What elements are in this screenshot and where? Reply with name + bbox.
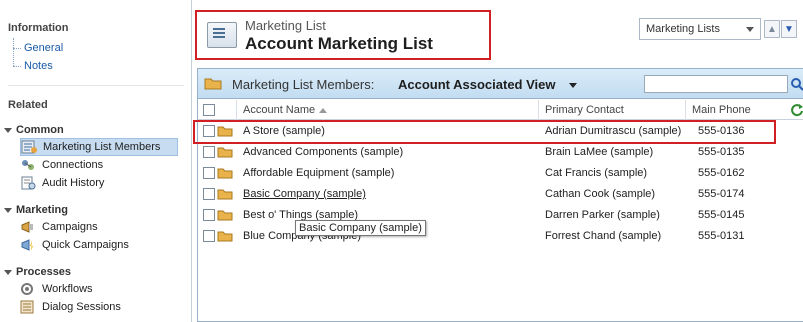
tooltip: Basic Company (sample): [295, 220, 426, 236]
column-header-account-name[interactable]: Account Name: [236, 100, 538, 120]
column-label: Main Phone: [692, 104, 751, 116]
related-section-title: Related: [8, 99, 48, 111]
nav-item-audit-history[interactable]: Audit History: [20, 174, 178, 192]
table-row[interactable]: Best o' Things (sample) Darren Parker (s…: [198, 205, 803, 225]
table-row[interactable]: Basic Company (sample) Cathan Cook (samp…: [198, 184, 803, 204]
previous-record-button[interactable]: ▲: [764, 20, 780, 38]
column-headers: Account Name Primary Contact Main Phone: [198, 100, 803, 120]
tree-line: [13, 38, 14, 66]
audit-history-icon: [20, 176, 36, 190]
members-grid: Marketing List Members: Account Associat…: [197, 68, 803, 322]
nav-divider: [8, 85, 184, 86]
quick-campaigns-icon: [20, 238, 36, 252]
view-selector[interactable]: Account Associated View: [398, 77, 556, 92]
main-phone-cell: 555-0135: [698, 146, 745, 158]
highlight-box: [193, 120, 776, 144]
account-icon: [217, 167, 233, 179]
nav-item-label: Connections: [42, 159, 104, 171]
primary-contact-cell[interactable]: Cat Francis (sample): [545, 163, 647, 183]
left-navigation: Information General Notes Related Common…: [0, 0, 192, 322]
nav-item-label: Marketing List Members: [43, 141, 161, 153]
refresh-icon[interactable]: [790, 103, 803, 117]
main-phone-cell: 555-0131: [698, 230, 745, 242]
arrow-up-icon: ▲: [767, 23, 777, 35]
nav-group-marketing[interactable]: Marketing: [4, 204, 68, 216]
sort-ascending-icon: [319, 107, 328, 113]
group-label: Marketing: [16, 204, 68, 216]
record-title-box: Marketing List Account Marketing List: [195, 10, 491, 60]
nav-item-label: Dialog Sessions: [42, 301, 121, 313]
folder-icon: [204, 77, 222, 90]
table-row[interactable]: Advanced Components (sample) Brain LaMee…: [198, 142, 803, 162]
collapse-triangle-icon: [4, 207, 12, 213]
collapse-triangle-icon: [4, 127, 12, 133]
row-checkbox[interactable]: [203, 209, 215, 221]
nav-item-connections[interactable]: Connections: [20, 156, 178, 174]
nav-link-notes[interactable]: Notes: [24, 60, 53, 72]
arrow-down-icon: ▼: [784, 23, 794, 35]
nav-item-workflows[interactable]: Workflows: [20, 280, 178, 298]
tree-hook: [13, 48, 21, 49]
account-name-cell[interactable]: Affordable Equipment (sample): [243, 163, 394, 183]
search-input[interactable]: [644, 75, 788, 93]
select-all-checkbox[interactable]: [203, 104, 215, 116]
search-icon[interactable]: [790, 77, 803, 91]
account-icon: [217, 230, 233, 242]
connections-icon: [20, 158, 36, 172]
grid-header-bar: Marketing List Members: Account Associat…: [198, 69, 803, 99]
row-checkbox[interactable]: [203, 188, 215, 200]
nav-item-label: Campaigns: [42, 221, 98, 233]
primary-contact-cell[interactable]: Darren Parker (sample): [545, 205, 660, 225]
nav-item-quick-campaigns[interactable]: Quick Campaigns: [20, 236, 178, 254]
nav-group-processes[interactable]: Processes: [4, 266, 71, 278]
marketing-list-icon: [207, 22, 237, 48]
nav-item-marketing-list-members[interactable]: Marketing List Members: [20, 138, 178, 156]
nav-link-general[interactable]: General: [24, 42, 63, 54]
column-label: Account Name: [243, 104, 316, 116]
dialog-sessions-icon: [20, 300, 36, 314]
chevron-down-icon: [746, 27, 754, 32]
account-icon: [217, 146, 233, 158]
account-icon: [217, 188, 233, 200]
group-label: Common: [16, 124, 64, 136]
nav-item-label: Quick Campaigns: [42, 239, 129, 251]
record-title: Account Marketing List: [245, 34, 433, 53]
main-content: Marketing List Account Marketing List Ma…: [193, 0, 803, 322]
account-name-cell[interactable]: Advanced Components (sample): [243, 142, 403, 162]
row-checkbox[interactable]: [203, 167, 215, 179]
tree-hook: [13, 66, 21, 67]
workflows-icon: [20, 282, 36, 296]
nav-item-campaigns[interactable]: Campaigns: [20, 218, 178, 236]
row-checkbox[interactable]: [203, 230, 215, 242]
campaigns-icon: [20, 220, 36, 234]
dropdown-value: Marketing Lists: [646, 23, 720, 35]
information-section-title: Information: [8, 22, 69, 34]
account-name-cell[interactable]: Basic Company (sample): [243, 184, 366, 204]
grid-label: Marketing List Members:: [232, 77, 375, 92]
table-row[interactable]: Blue Company (sample) Forrest Chand (sam…: [198, 226, 803, 246]
nav-group-common[interactable]: Common: [4, 124, 64, 136]
marketing-list-members-icon: [21, 140, 37, 154]
main-phone-cell: 555-0145: [698, 209, 745, 221]
nav-item-label: Workflows: [42, 283, 93, 295]
chevron-down-icon[interactable]: [569, 83, 577, 88]
row-checkbox[interactable]: [203, 146, 215, 158]
entity-name: Marketing List: [245, 18, 326, 33]
primary-contact-cell[interactable]: Brain LaMee (sample): [545, 142, 653, 162]
nav-item-label: Audit History: [42, 177, 105, 189]
main-phone-cell: 555-0162: [698, 167, 745, 179]
main-phone-cell: 555-0174: [698, 188, 745, 200]
marketing-lists-dropdown[interactable]: Marketing Lists: [639, 18, 761, 40]
account-icon: [217, 209, 233, 221]
table-row[interactable]: Affordable Equipment (sample) Cat Franci…: [198, 163, 803, 183]
column-label: Primary Contact: [545, 104, 624, 116]
group-label: Processes: [16, 266, 72, 278]
primary-contact-cell[interactable]: Cathan Cook (sample): [545, 184, 655, 204]
column-header-primary-contact[interactable]: Primary Contact: [538, 100, 685, 120]
collapse-triangle-icon: [4, 269, 12, 275]
primary-contact-cell[interactable]: Forrest Chand (sample): [545, 226, 661, 246]
nav-item-dialog-sessions[interactable]: Dialog Sessions: [20, 298, 178, 316]
column-header-main-phone[interactable]: Main Phone: [685, 100, 785, 120]
next-record-button[interactable]: ▼: [781, 20, 797, 38]
